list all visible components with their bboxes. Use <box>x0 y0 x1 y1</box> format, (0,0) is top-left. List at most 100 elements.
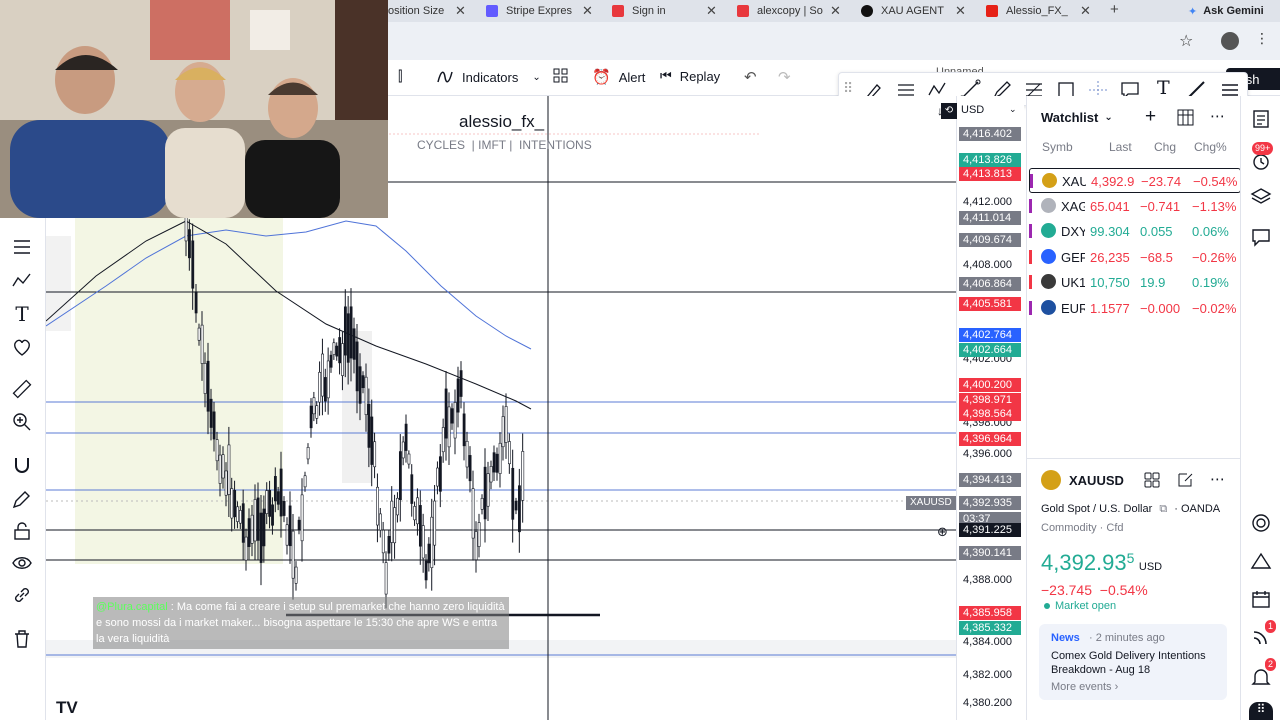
bar-style-icon[interactable]: ⫿ <box>398 68 402 85</box>
ask-gemini-button[interactable]: ✦ Ask Gemini <box>1188 0 1264 22</box>
browser-menu-icon[interactable]: ⋮ <box>1255 30 1269 47</box>
color-flag[interactable] <box>1029 198 1032 213</box>
axis-tick-label: 4,412.000 <box>963 196 1012 208</box>
price-label: 4,394.413 <box>959 473 1021 487</box>
calendar-icon[interactable] <box>1250 588 1272 610</box>
lock-icon[interactable] <box>11 520 33 542</box>
close-icon[interactable]: ✕ <box>830 3 841 19</box>
target-icon[interactable] <box>1250 512 1272 534</box>
trash-icon[interactable] <box>11 628 33 650</box>
new-tab-button[interactable]: + <box>1110 1 1119 18</box>
horizontal-lines-icon[interactable] <box>11 236 33 258</box>
apps-grid-icon[interactable]: ⠿ <box>1249 702 1273 720</box>
watchlist-row[interactable]: GER 26,235 −68.5 −0.26% <box>1029 245 1241 270</box>
axis-tick-label: 4,388.000 <box>963 574 1012 586</box>
add-alert-plus-icon[interactable]: ⊕ <box>937 524 948 540</box>
auto-scale-icon[interactable]: ⟲ <box>941 103 957 119</box>
gold-icon <box>1041 470 1061 490</box>
color-flag[interactable] <box>1029 249 1032 264</box>
price-label: 4,406.864 <box>959 277 1021 291</box>
layers-icon[interactable] <box>1250 186 1272 208</box>
row-last: 65.041 <box>1090 198 1130 214</box>
layouts-grid-icon[interactable] <box>553 68 568 83</box>
browser-tab[interactable]: XAU AGENT <box>861 0 944 22</box>
row-change: −0.741 <box>1140 198 1181 214</box>
currency-selector[interactable]: USD <box>961 104 984 116</box>
profile-avatar[interactable] <box>1221 32 1239 50</box>
browser-tab-active[interactable]: Alessio_FX_ <box>986 0 1068 22</box>
color-flag[interactable] <box>1029 224 1032 238</box>
edit-note-icon[interactable] <box>1177 471 1194 488</box>
watchlist-row[interactable]: EUR 1.1577 −0.000 −0.02% <box>1029 296 1241 321</box>
bookmark-star-icon[interactable]: ☆ <box>1179 31 1193 51</box>
column-header[interactable]: Symb <box>1042 140 1073 154</box>
watchlist-icon[interactable] <box>1250 108 1272 130</box>
browser-tab[interactable]: Sign in <box>612 0 666 22</box>
magnet-icon[interactable] <box>11 454 33 476</box>
price-change: −23.745 −0.54% <box>1041 582 1148 598</box>
price-axis[interactable]: USD ⌄ ⟲ 4,412.000 4,408.000 4,402.000 4,398… <box>941 96 1024 720</box>
axis-tick-label: 4,396.000 <box>963 448 1012 460</box>
close-icon[interactable]: ✕ <box>706 3 717 19</box>
column-header[interactable]: Chg% <box>1194 140 1227 154</box>
color-flag[interactable] <box>1030 174 1033 188</box>
color-flag[interactable] <box>1029 300 1032 315</box>
watchlist-row[interactable]: DXY 99.304 0.055 0.06% <box>1029 219 1241 244</box>
heart-icon[interactable] <box>11 336 33 358</box>
column-header[interactable]: Chg <box>1154 140 1176 154</box>
exchange-separator: · <box>1174 503 1178 515</box>
close-icon[interactable]: ✕ <box>955 3 966 19</box>
zoom-in-icon[interactable] <box>11 411 33 433</box>
text-tool-icon[interactable]: T <box>11 302 33 326</box>
watchlist-row[interactable]: XAU 4,392.9 −23.74 −0.54% <box>1029 168 1241 193</box>
drag-handle-icon[interactable]: ⠿ <box>843 80 853 97</box>
price-main: 4,392.93 <box>1041 550 1127 575</box>
axis-tick-label: 4,384.000 <box>963 636 1012 648</box>
close-icon[interactable]: ✕ <box>582 3 593 19</box>
external-link-icon[interactable]: ⧉ <box>1159 503 1167 515</box>
close-icon[interactable]: ✕ <box>455 3 466 19</box>
news-card[interactable]: News · 2 minutes ago Comex Gold Delivery… <box>1039 624 1227 700</box>
add-symbol-icon[interactable]: + <box>1145 106 1156 128</box>
more-options-icon[interactable]: ⋯ <box>1210 107 1225 125</box>
eye-icon[interactable] <box>11 552 33 574</box>
ideas-badge: 1 <box>1265 620 1277 633</box>
undo-icon[interactable]: ↶ <box>744 68 757 86</box>
tradingview-logo[interactable]: TV <box>56 698 78 718</box>
link-icon[interactable] <box>11 584 33 606</box>
indicators-button[interactable]: Indicators ⌄ <box>436 68 541 86</box>
pencil-lock-icon[interactable] <box>11 488 33 510</box>
grid-icon[interactable] <box>1144 472 1160 488</box>
market-status-label: Market open <box>1055 600 1117 612</box>
ideas-icon[interactable] <box>1250 550 1272 572</box>
ftse-icon <box>1041 274 1056 289</box>
table-view-icon[interactable] <box>1177 109 1194 126</box>
more-options-icon[interactable]: ⋯ <box>1210 470 1225 488</box>
row-symbol: EUR <box>1061 300 1085 316</box>
browser-tab[interactable]: osition Size <box>388 0 444 22</box>
color-flag[interactable] <box>1029 275 1032 289</box>
column-header[interactable]: Last <box>1109 140 1132 154</box>
chat-icon[interactable] <box>1250 226 1272 248</box>
pattern-tool-icon[interactable] <box>11 270 33 292</box>
watchlist-title[interactable]: Watchlist ⌄ <box>1041 110 1113 125</box>
watchlist-row[interactable]: XAG 65.041 −0.741 −1.13% <box>1029 194 1241 219</box>
close-icon[interactable]: ✕ <box>1080 3 1091 19</box>
news-time: · 2 minutes ago <box>1089 632 1165 644</box>
redo-icon[interactable]: ↷ <box>778 68 791 86</box>
chevron-down-icon[interactable]: ⌄ <box>1009 104 1017 115</box>
details-symbol[interactable]: XAUUSD <box>1069 473 1124 488</box>
ruler-icon[interactable] <box>11 378 33 400</box>
alert-button[interactable]: ⏰ Alert <box>592 68 645 86</box>
replay-button[interactable]: ⏮ Replay <box>660 68 720 84</box>
browser-tab[interactable]: alexcopy | So <box>737 0 823 22</box>
dollar-icon <box>1041 223 1056 238</box>
more-events-link[interactable]: More events › <box>1051 681 1118 693</box>
row-change: 19.9 <box>1140 275 1166 290</box>
axis-tick-label: 4,380.200 <box>963 697 1012 709</box>
browser-tab[interactable]: Stripe Expres <box>486 0 572 22</box>
watchlist-row[interactable]: UK1 10,750 19.9 0.19% <box>1029 270 1241 295</box>
row-change: −23.74 <box>1141 174 1182 189</box>
chevron-down-icon[interactable]: ⌄ <box>532 72 540 83</box>
broker-name: OANDA <box>1181 503 1221 515</box>
